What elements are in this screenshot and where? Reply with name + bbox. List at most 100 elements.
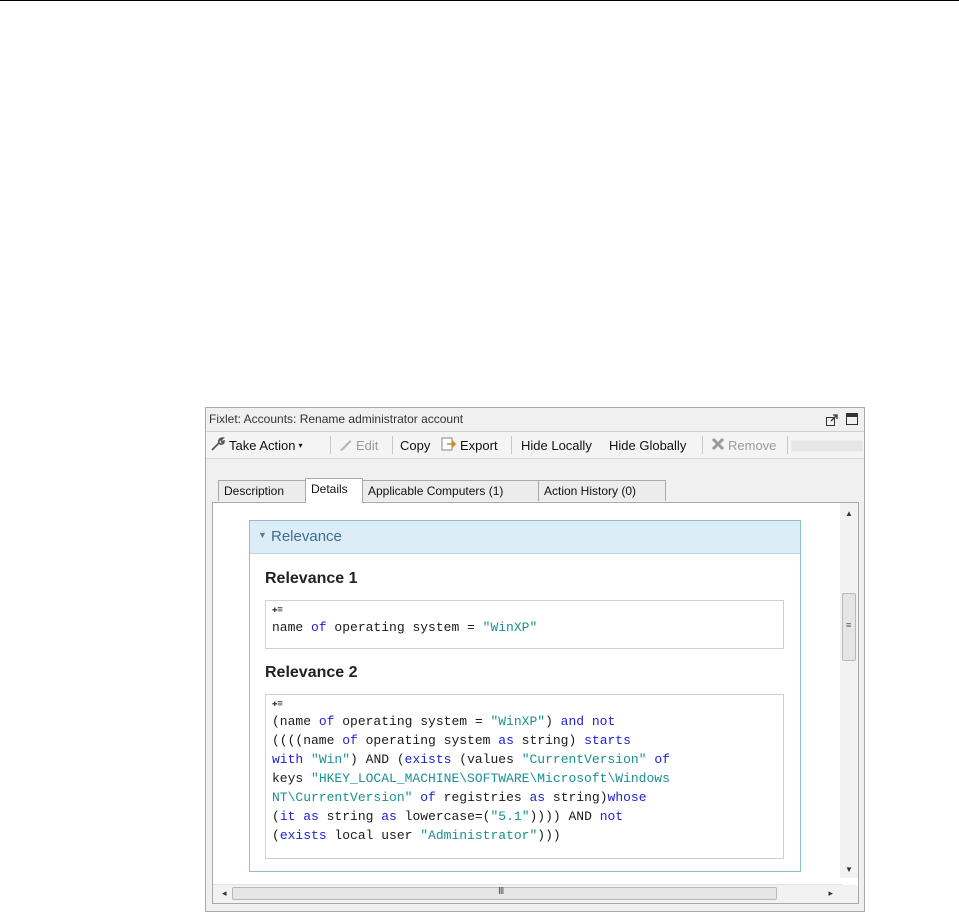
hide-locally-button[interactable]: Hide Locally <box>521 437 592 453</box>
remove-label: Remove <box>728 437 777 453</box>
code-text: operating system = <box>326 620 483 635</box>
scroll-right-arrow-icon[interactable]: ▸ <box>828 888 833 899</box>
code-line: (exists local user "Administrator"))) <box>272 826 670 845</box>
code-text: ( <box>272 828 280 843</box>
code-line: with "Win") AND (exists (values "Current… <box>272 750 670 769</box>
tab-details[interactable]: Details <box>305 478 363 503</box>
chevron-down-icon: ▾ <box>298 440 303 450</box>
fixlet-window: Fixlet: Accounts: Rename administrator a… <box>205 407 865 912</box>
export-label: Export <box>460 437 498 453</box>
code-string: NT\CurrentVersion" <box>272 790 413 805</box>
maximize-icon[interactable] <box>846 413 858 425</box>
code-string: "Win" <box>311 752 351 767</box>
code-keyword: of <box>342 733 358 748</box>
code-keyword: starts <box>584 733 631 748</box>
take-action-label: Take Action <box>229 437 296 453</box>
code-text: )))) AND <box>529 809 600 824</box>
scrollbar-corner <box>840 885 858 903</box>
edit-button[interactable]: Edit <box>339 437 378 453</box>
toolbar-overflow-area <box>791 440 863 452</box>
code-string: "WinXP" <box>490 714 546 729</box>
code-line: (name of operating system = "WinXP") and… <box>272 712 670 731</box>
code-keyword: as <box>381 809 397 824</box>
hide-globally-label: Hide Globally <box>609 437 687 453</box>
code-text: ( <box>272 809 280 824</box>
code-keyword: as <box>529 790 546 805</box>
toolbar-separator <box>787 436 788 454</box>
code-text: string <box>318 809 382 824</box>
code-keyword: of <box>311 620 327 635</box>
code-string: "Administrator" <box>420 828 538 843</box>
take-action-button[interactable]: Take Action ▾ <box>210 436 303 454</box>
code-string: "WinXP" <box>482 620 538 635</box>
hide-globally-button[interactable]: Hide Globally <box>609 437 686 453</box>
code-keyword: exists <box>404 752 452 767</box>
code-keyword: and not <box>560 714 616 729</box>
wrench-icon <box>210 436 226 454</box>
code-line: ((((name of operating system as string) … <box>272 731 670 750</box>
export-button[interactable]: Export <box>441 437 498 453</box>
tab-description[interactable]: Description <box>218 480 306 501</box>
code-keyword: with <box>272 752 304 767</box>
code-keyword: whose <box>607 790 647 805</box>
code-keyword: not <box>599 809 624 824</box>
code-text: ))) <box>537 828 561 843</box>
vertical-scroll-thumb[interactable]: ≡ <box>842 593 856 661</box>
hide-locally-label: Hide Locally <box>521 437 592 453</box>
relevance-1-code: name of operating system = "WinXP" <box>272 618 537 637</box>
code-keyword: as <box>498 733 514 748</box>
undock-icon[interactable] <box>826 413 838 426</box>
copy-button[interactable]: Copy <box>400 437 430 453</box>
relevance-1-title: Relevance 1 <box>265 570 358 587</box>
code-text: operating system = <box>334 714 491 729</box>
code-text: ) <box>545 714 561 729</box>
top-divider-line <box>0 0 959 1</box>
toolbar-separator <box>511 436 512 454</box>
code-line: name of operating system = "WinXP" <box>272 618 537 637</box>
code-line: keys "HKEY_LOCAL_MACHINE\SOFTWARE\Micros… <box>272 769 670 788</box>
remove-button[interactable]: Remove <box>711 437 776 453</box>
code-keyword: of <box>318 714 335 729</box>
toolbar-separator <box>330 436 331 454</box>
code-text: ((((name <box>272 733 343 748</box>
scroll-up-arrow-icon[interactable]: ▲ <box>845 509 853 518</box>
tab-action-history[interactable]: Action History (0) <box>538 480 666 501</box>
evaluate-icon[interactable]: ✚≡ <box>272 699 283 709</box>
relevance-1-code-box: ✚≡ name of operating system = "WinXP" <box>265 600 784 649</box>
edit-label: Edit <box>356 437 379 453</box>
code-keyword: of <box>654 752 670 767</box>
relevance-2-code: (name of operating system = "WinXP") and… <box>272 712 670 845</box>
relevance-2-title: Relevance 2 <box>265 664 358 681</box>
toolbar-separator <box>702 436 703 454</box>
relevance-section-header[interactable]: ▼ Relevance <box>250 521 800 554</box>
code-text: local user <box>326 828 421 843</box>
horizontal-scroll-thumb[interactable]: III <box>232 886 777 900</box>
code-line: NT\CurrentVersion" of registries as stri… <box>272 788 670 807</box>
collapse-caret-icon: ▼ <box>258 530 267 540</box>
code-string: "5.1" <box>490 809 530 824</box>
code-keyword: exists <box>279 828 327 843</box>
scroll-down-arrow-icon[interactable]: ▼ <box>845 865 853 874</box>
scroll-left-arrow-icon[interactable]: ◂ <box>222 888 227 899</box>
vertical-scrollbar[interactable]: ▲ ≡ ▼ <box>840 503 858 878</box>
relevance-section: ▼ Relevance Relevance 1 ✚≡ name of opera… <box>249 520 801 872</box>
copy-label: Copy <box>400 437 431 453</box>
code-text: (values <box>451 752 522 767</box>
horizontal-scrollbar[interactable]: ◂ III ▸ <box>213 884 842 903</box>
code-keyword: of <box>420 790 436 805</box>
code-text: string) <box>513 733 585 748</box>
evaluate-icon[interactable]: ✚≡ <box>272 605 283 615</box>
relevance-2-code-box: ✚≡ (name of operating system = "WinXP") … <box>265 694 784 859</box>
relevance-section-title: Relevance <box>271 528 342 545</box>
code-line: (it as string as lowercase=("5.1")))) AN… <box>272 807 670 826</box>
tab-applicable-computers[interactable]: Applicable Computers (1) <box>362 480 539 501</box>
code-string: "HKEY_LOCAL_MACHINE\SOFTWARE\Microsoft\W… <box>311 771 670 786</box>
details-panel: ▼ Relevance Relevance 1 ✚≡ name of opera… <box>212 502 859 904</box>
code-text: keys <box>272 771 312 786</box>
window-titlebar: Fixlet: Accounts: Rename administrator a… <box>206 408 864 432</box>
code-string: "CurrentVersion" <box>521 752 647 767</box>
pencil-icon <box>339 437 353 454</box>
code-text: string) <box>545 790 608 805</box>
code-text: registries <box>435 790 530 805</box>
